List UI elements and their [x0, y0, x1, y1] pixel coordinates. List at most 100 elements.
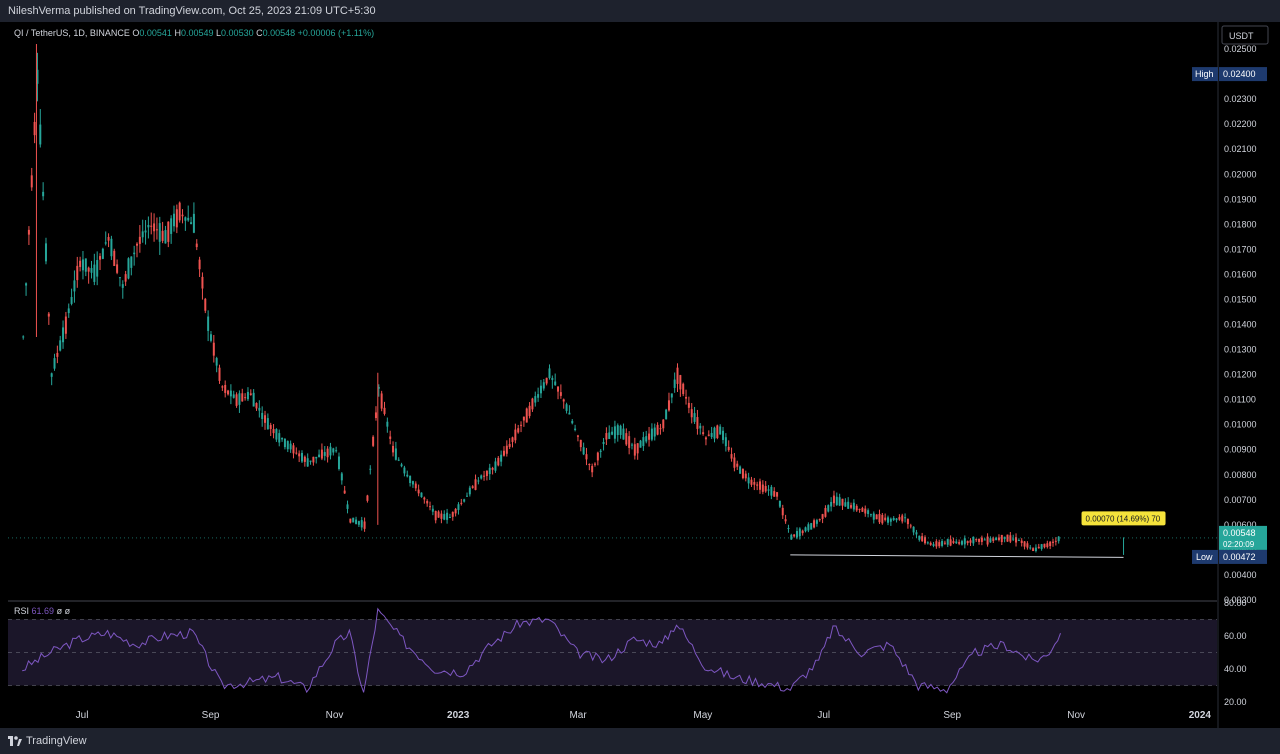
- time-tick-label: 2024: [1189, 710, 1212, 721]
- price-tick-label: 0.02000: [1224, 169, 1257, 179]
- candle-body: [1009, 535, 1012, 542]
- candle-body: [172, 213, 175, 227]
- candle-body: [576, 435, 579, 437]
- candle-body: [579, 439, 582, 448]
- candle-body: [130, 256, 133, 268]
- time-tick-label: Jul: [76, 710, 89, 721]
- candle-body: [938, 542, 941, 547]
- candle-body: [434, 511, 437, 521]
- price-tick-label: 0.01300: [1224, 345, 1257, 355]
- candle-body: [929, 542, 932, 545]
- candle-body: [793, 534, 796, 537]
- candle-body: [99, 256, 102, 260]
- candle-body: [147, 224, 150, 228]
- candle-body: [790, 534, 793, 540]
- candle-body: [588, 464, 591, 466]
- candle-body: [81, 259, 84, 271]
- candle-body: [551, 377, 554, 380]
- candle-body: [983, 539, 986, 541]
- candle-body: [278, 433, 281, 443]
- candle-body: [292, 445, 295, 454]
- price-tick-label: 0.01500: [1224, 294, 1257, 304]
- candle-body: [699, 425, 702, 429]
- candle-body: [33, 121, 36, 136]
- candle-body: [301, 452, 304, 462]
- candle-body: [275, 429, 278, 440]
- candle-body: [943, 542, 946, 544]
- candle-body: [602, 441, 605, 444]
- candle-body: [838, 497, 841, 506]
- rsi-label[interactable]: RSI: [14, 606, 29, 616]
- candle-body: [133, 252, 136, 255]
- candle-body: [212, 342, 215, 356]
- candle-body: [443, 514, 446, 520]
- candle-body: [648, 433, 651, 440]
- candle-body: [895, 518, 898, 521]
- price-tick-label: 0.02100: [1224, 144, 1257, 154]
- price-tick-label: 0.01700: [1224, 244, 1257, 254]
- price-tick-label: 0.02200: [1224, 119, 1257, 129]
- candle-body: [198, 259, 201, 270]
- candle-body: [773, 491, 776, 497]
- candle-body: [764, 486, 767, 492]
- candle-body: [574, 428, 577, 430]
- candle-body: [480, 475, 483, 479]
- candle-body: [161, 230, 164, 241]
- candle-body: [235, 394, 238, 406]
- high-value: 0.00549: [180, 28, 214, 38]
- candle-body: [229, 390, 232, 397]
- candle-body: [625, 433, 628, 445]
- candle-body: [437, 511, 440, 518]
- candle-body: [323, 452, 326, 456]
- candle-body: [548, 368, 551, 379]
- candle-body: [485, 470, 488, 476]
- currency-label: USDT: [1229, 31, 1254, 41]
- candle-body: [887, 517, 890, 523]
- candle-body: [374, 412, 377, 419]
- candle-body: [892, 517, 895, 521]
- candle-body: [585, 454, 588, 460]
- candle-body: [722, 430, 725, 440]
- candle-body: [1046, 543, 1049, 547]
- candle-body: [525, 408, 528, 423]
- candle-body: [184, 217, 187, 221]
- candle-body: [320, 449, 323, 459]
- candle-body: [539, 385, 542, 394]
- low-value: 0.00530: [221, 28, 254, 38]
- candle-body: [22, 336, 25, 338]
- candle-body: [141, 231, 144, 238]
- candle-body: [679, 375, 682, 390]
- chart-svg[interactable]: 0.00070 (14.69%) 700.003000.004000.00500…: [0, 0, 1280, 754]
- candle-body: [847, 501, 850, 509]
- candle-body: [798, 528, 801, 537]
- candle-body: [739, 466, 742, 474]
- symbol-name[interactable]: QI / TetherUS, 1D, BINANCE: [14, 28, 130, 38]
- candle-body: [611, 431, 614, 435]
- candle-body: [1012, 538, 1015, 540]
- candle-body: [932, 544, 935, 546]
- candle-body: [369, 468, 372, 470]
- candle-body: [724, 437, 727, 447]
- candle-body: [616, 425, 619, 436]
- rsi-tick-label: 80.00: [1224, 598, 1247, 608]
- candle-body: [244, 397, 247, 399]
- candle-body: [303, 456, 306, 462]
- candle-body: [70, 297, 73, 304]
- candle-body: [921, 536, 924, 542]
- candle-body: [195, 243, 198, 248]
- candle-body: [736, 463, 739, 467]
- candle-body: [175, 209, 178, 228]
- price-tick-label: 0.00800: [1224, 470, 1257, 480]
- candle-body: [958, 542, 961, 544]
- candle-body: [594, 463, 597, 465]
- candle-body: [238, 393, 241, 405]
- candle-body: [559, 392, 562, 396]
- candle-body: [946, 539, 949, 545]
- candle-body: [249, 393, 252, 395]
- candle-body: [744, 473, 747, 479]
- candle-body: [869, 514, 872, 516]
- candle-body: [776, 492, 779, 497]
- low-value: 0.00472: [1223, 552, 1256, 562]
- candle-body: [417, 489, 420, 494]
- candle-body: [662, 419, 665, 429]
